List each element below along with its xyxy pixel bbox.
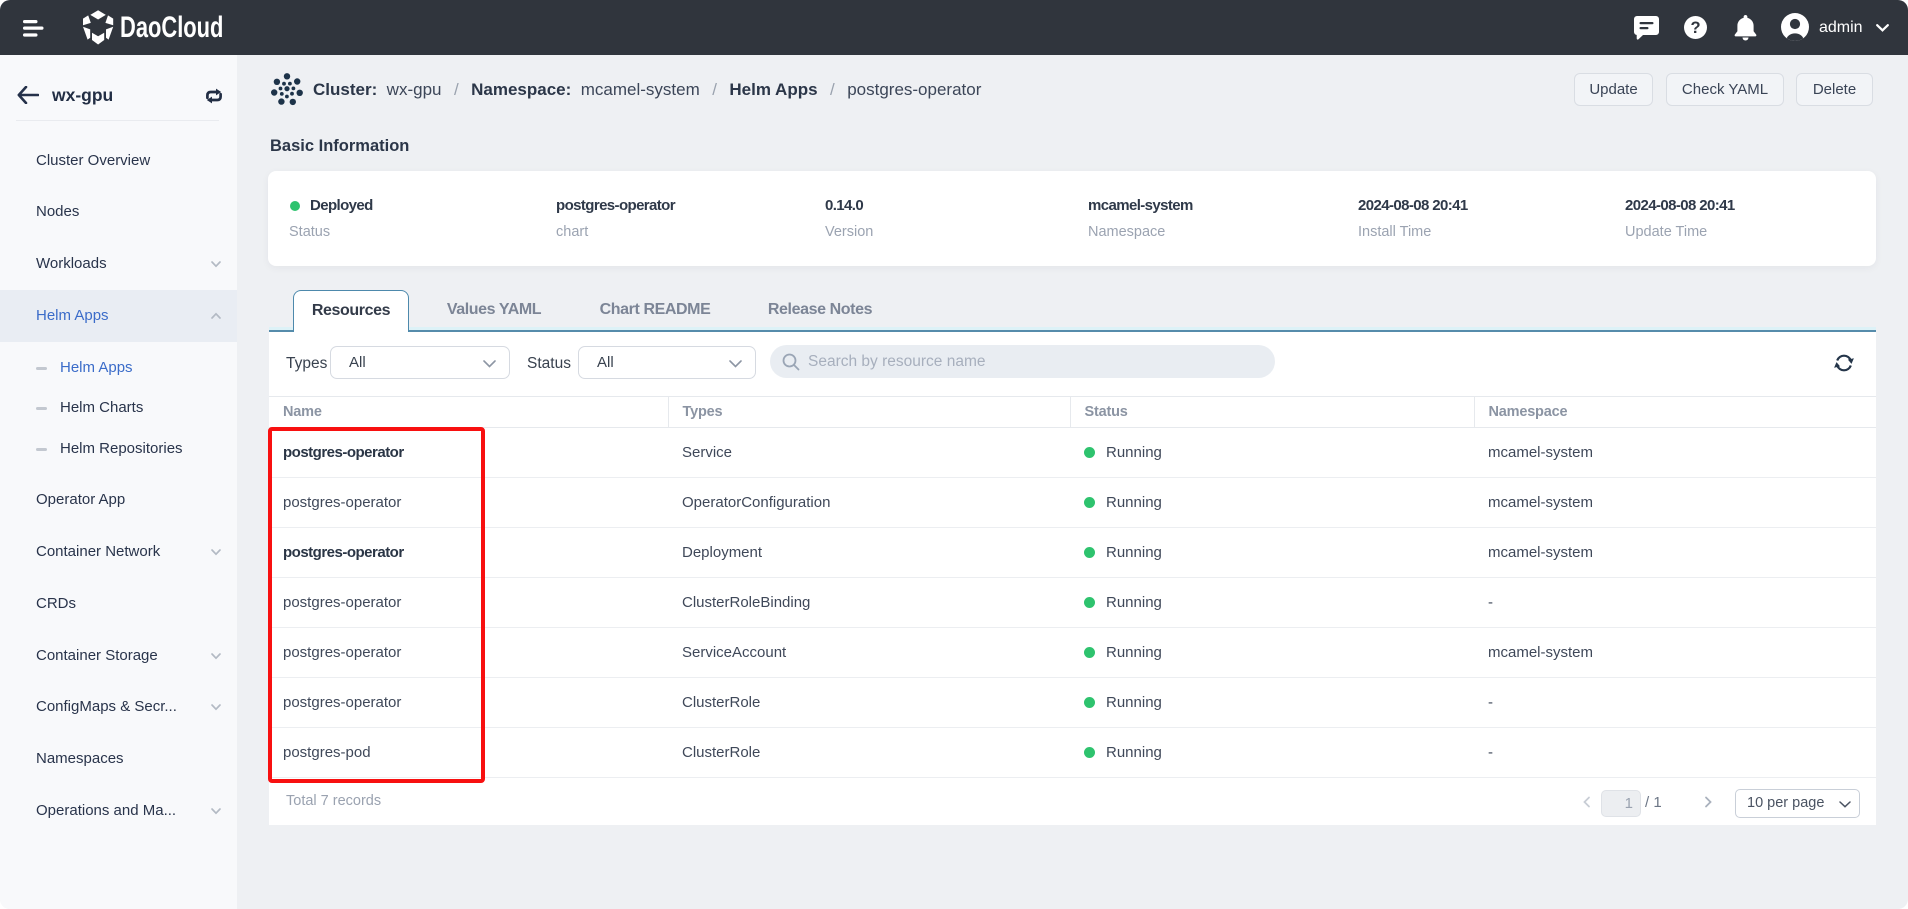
- svg-text:?: ?: [1690, 19, 1700, 37]
